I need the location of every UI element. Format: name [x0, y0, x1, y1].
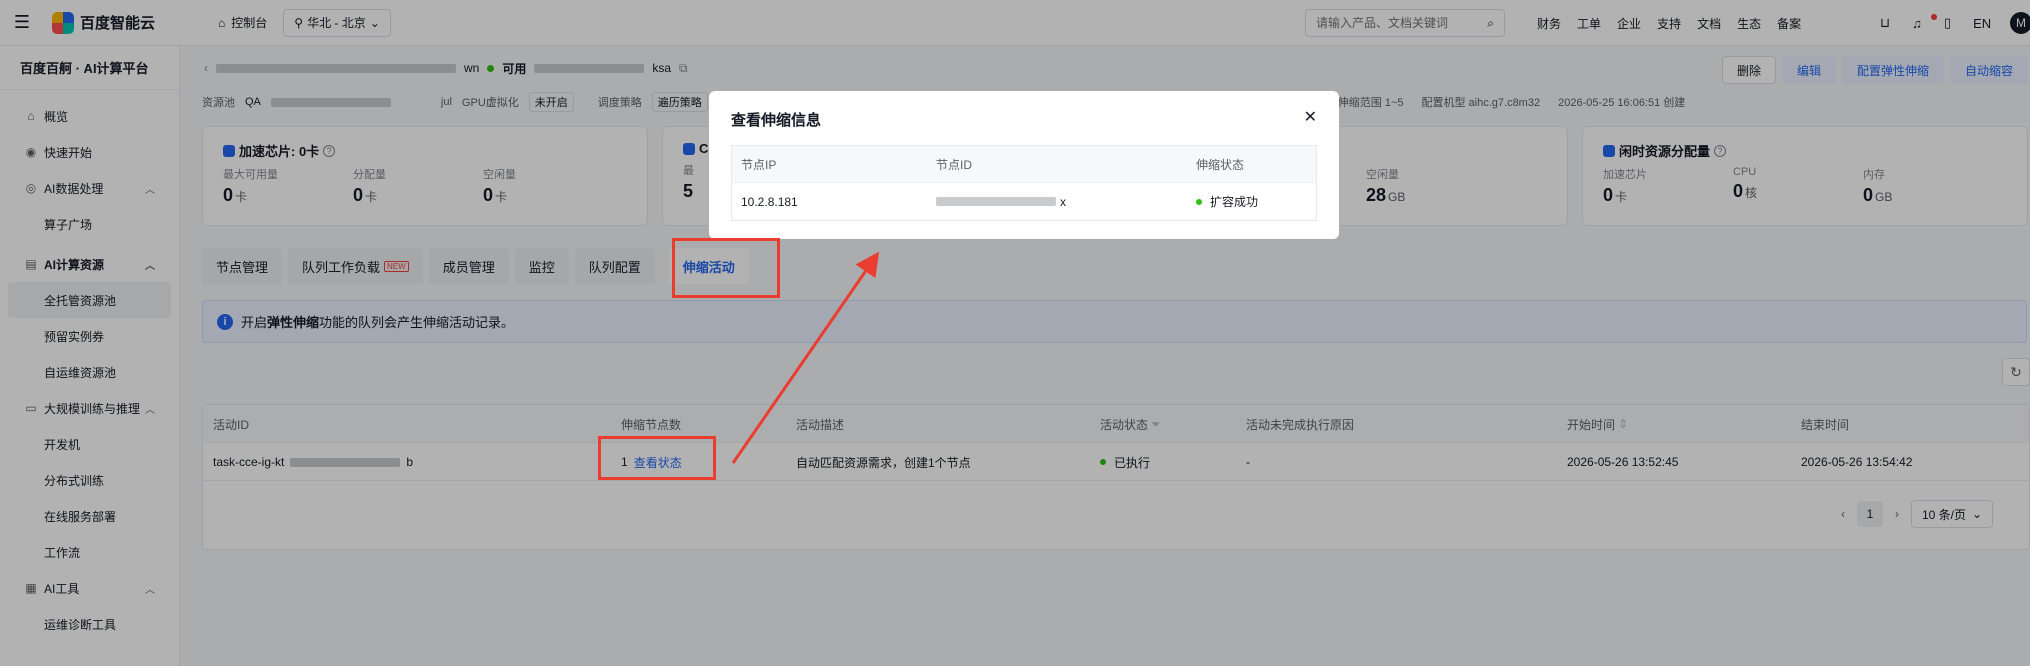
modal-table-header: 节点IP 节点ID 伸缩状态 — [732, 146, 1316, 183]
redacted-node-id — [936, 197, 1056, 206]
scaling-info-modal: 查看伸缩信息 ✕ 节点IP 节点ID 伸缩状态 10.2.8.181 x 扩容成… — [709, 91, 1339, 239]
col-node-id: 节点ID — [936, 158, 973, 172]
modal-table: 节点IP 节点ID 伸缩状态 10.2.8.181 x 扩容成功 — [731, 145, 1317, 221]
col-node-ip: 节点IP — [741, 158, 777, 172]
node-ip: 10.2.8.181 — [741, 194, 798, 209]
modal-title: 查看伸缩信息 — [731, 112, 822, 129]
node-id: x — [936, 183, 1066, 220]
col-scaling-status: 伸缩状态 — [1196, 158, 1245, 172]
annotation-box-view-status — [598, 436, 716, 480]
status-dot — [1196, 198, 1202, 205]
close-icon[interactable]: ✕ — [1304, 107, 1317, 127]
table-row: 10.2.8.181 x 扩容成功 — [732, 183, 1316, 220]
scaling-status: 扩容成功 — [1196, 183, 1258, 220]
annotation-box-tab — [672, 238, 780, 298]
